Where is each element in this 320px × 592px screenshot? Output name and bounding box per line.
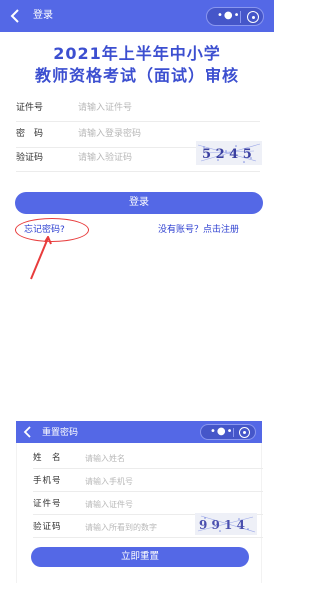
svg-text:9 9 1 4: 9 9 1 4	[199, 518, 245, 532]
id-number-row: 证件号	[16, 96, 260, 122]
back-arrow-icon[interactable]	[8, 8, 24, 24]
name-label: 姓 名	[33, 453, 62, 463]
back-arrow-icon[interactable]	[22, 425, 34, 439]
id-number-input[interactable]	[78, 100, 198, 116]
id-number-label: 证件号	[33, 499, 62, 509]
navbar-title: 重置密码	[42, 428, 79, 438]
id-number-row: 证件号	[33, 493, 263, 515]
register-link[interactable]: 没有账号？点击注册	[158, 224, 239, 236]
login-button[interactable]: 登录	[15, 192, 263, 214]
reset-form: 姓 名 手机号 证件号 验证码 9 9 1 4 立即重置	[16, 443, 263, 583]
mini-program-capsule: •●•	[206, 7, 264, 26]
page-whitespace	[0, 292, 274, 420]
navbar-title: 登录	[33, 10, 53, 21]
captcha-label: 验证码	[33, 522, 62, 532]
more-dots-icon[interactable]: •●•	[210, 426, 234, 439]
page-heading-line-1: 2021年上半年中小学	[53, 44, 221, 63]
reset-navbar: 重置密码 •●•	[16, 421, 262, 443]
id-number-input[interactable]	[85, 496, 195, 512]
id-number-label: 证件号	[16, 103, 44, 113]
login-navbar: 登录 •●•	[0, 0, 274, 32]
captcha-label: 验证码	[16, 153, 44, 163]
close-target-icon[interactable]	[239, 427, 250, 438]
reset-submit-button[interactable]: 立即重置	[31, 547, 249, 567]
password-input[interactable]	[78, 126, 198, 142]
page-heading-line-2: 教师资格考试（面试）审核	[34, 66, 239, 85]
captcha-image[interactable]: 9 9 1 4	[195, 513, 257, 535]
mini-program-capsule: •●•	[200, 424, 256, 440]
captcha-input[interactable]	[78, 150, 198, 166]
name-input[interactable]	[85, 450, 195, 466]
password-label: 密 码	[16, 129, 44, 139]
svg-text:5 2 4 5: 5 2 4 5	[202, 147, 252, 162]
annotation-arrow-icon	[30, 236, 52, 280]
captcha-input[interactable]	[85, 519, 195, 535]
close-target-icon[interactable]	[247, 11, 259, 23]
captcha-image[interactable]: 5 2 4 5	[196, 141, 262, 165]
more-dots-icon[interactable]: •●•	[217, 10, 241, 25]
phone-label: 手机号	[33, 476, 62, 486]
phone-row: 手机号	[33, 470, 263, 492]
phone-input[interactable]	[85, 473, 195, 489]
name-row: 姓 名	[33, 447, 263, 469]
